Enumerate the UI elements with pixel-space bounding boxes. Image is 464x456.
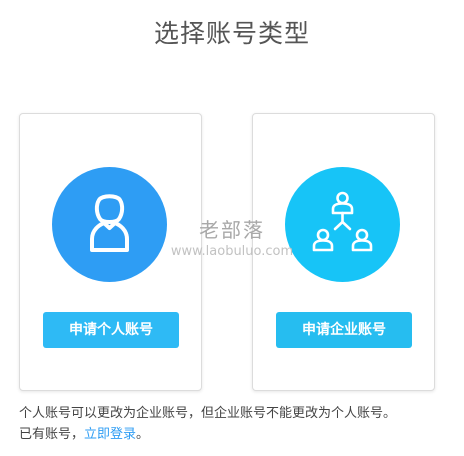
apply-personal-account-button[interactable]: 申请个人账号	[43, 312, 179, 348]
apply-enterprise-account-button[interactable]: 申请企业账号	[276, 312, 412, 348]
account-type-page: 选择账号类型 申请个人账号 申请企业账号 老部落 www.laobuluo.co…	[0, 0, 464, 456]
page-title: 选择账号类型	[153, 19, 310, 48]
organization-icon	[312, 191, 373, 252]
account-change-note: 个人账号可以更改为企业账号，但企业账号不能更改为个人账号。	[19, 406, 397, 421]
enterprise-icon-circle	[285, 167, 400, 282]
login-link[interactable]: 立即登录	[84, 427, 136, 442]
personal-account-card[interactable]: 申请个人账号	[19, 113, 202, 391]
personal-icon-circle	[52, 167, 167, 282]
person-icon	[90, 194, 129, 252]
login-suffix: 。	[136, 427, 150, 442]
login-prefix: 已有账号，	[19, 427, 85, 442]
enterprise-account-card[interactable]: 申请企业账号	[252, 113, 435, 391]
login-line: 已有账号，立即登录。	[19, 425, 149, 445]
